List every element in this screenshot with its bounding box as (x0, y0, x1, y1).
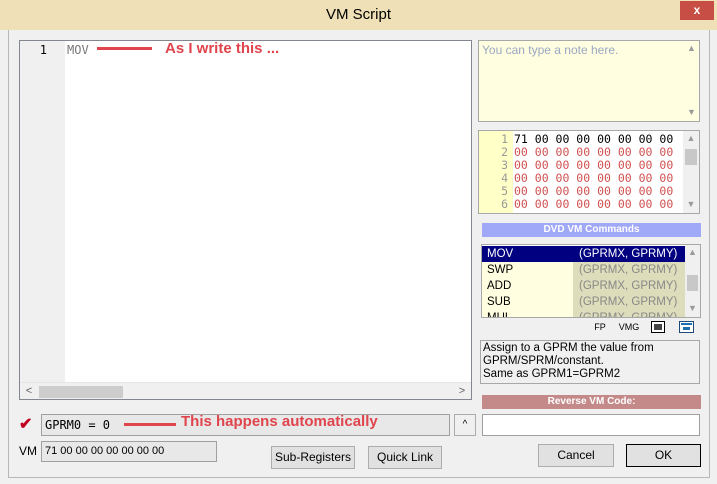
horizontal-scrollbar[interactable]: < > (20, 382, 471, 399)
scrollbar-thumb[interactable] (685, 149, 697, 165)
command-name: ADD (482, 278, 573, 294)
vm-code-text: 71 00 00 00 00 00 00 00 (45, 445, 165, 457)
note-scrollbar[interactable]: ▲ ▼ (684, 41, 699, 121)
line-number: 1 (39, 43, 47, 57)
hex-line-number: 6 (501, 197, 508, 211)
chevron-down-icon[interactable]: ▼ (684, 107, 699, 117)
film-icon[interactable] (651, 321, 665, 333)
sub-registers-button[interactable]: Sub-Registers (271, 446, 355, 469)
vm-label: VM (19, 444, 37, 458)
command-args: (GPRMX, GPRMY) (573, 262, 685, 278)
list-item[interactable]: SWP (GPRMX, GPRMY) (482, 262, 685, 278)
annotation-field: This happens automatically (181, 413, 378, 430)
command-name: MOV (482, 246, 573, 262)
vm-code-readout: 71 00 00 00 00 00 00 00 (41, 441, 217, 462)
reverse-vm-header: Reverse VM Code: (482, 395, 701, 409)
commands-header: DVD VM Commands (482, 223, 701, 237)
list-item[interactable]: MOV (GPRMX, GPRMY) (482, 246, 685, 262)
hex-line-number: 4 (501, 171, 508, 185)
annotation-editor: As I write this ... (165, 40, 280, 57)
annotation-line (124, 423, 176, 426)
note-textarea[interactable]: You can type a note here. ▲ ▼ (478, 40, 700, 122)
commands-list[interactable]: MOV (GPRMX, GPRMY) SWP (GPRMX, GPRMY) AD… (481, 244, 701, 318)
note-placeholder: You can type a note here. (482, 43, 619, 57)
expand-up-button[interactable]: ^ (454, 414, 476, 436)
chevron-up-icon[interactable]: ▲ (684, 43, 699, 53)
hex-row: 00 00 00 00 00 00 00 00 (514, 197, 674, 211)
script-editor[interactable]: 1 MOV < > (19, 40, 472, 400)
chevron-down-icon[interactable]: ▼ (685, 303, 700, 313)
ok-button[interactable]: OK (626, 444, 701, 467)
command-name: SWP (482, 262, 573, 278)
list-item[interactable]: SUB (GPRMX, GPRMY) (482, 294, 685, 310)
command-name: MUL (482, 310, 573, 317)
line-gutter (20, 41, 65, 382)
command-args: (GPRMX, GPRMY) (573, 294, 685, 310)
hex-row: 00 00 00 00 00 00 00 00 (514, 184, 674, 198)
hex-row: 00 00 00 00 00 00 00 00 (514, 171, 674, 185)
command-description: Assign to a GPRM the value from GPRM/SPR… (480, 340, 700, 384)
hex-line-number: 5 (501, 184, 508, 198)
command-args: (GPRMX, GPRMY) (573, 278, 685, 294)
code-line[interactable]: MOV (67, 43, 89, 57)
hex-row: 71 00 00 00 00 00 00 00 (514, 132, 674, 146)
window-icon[interactable] (679, 321, 694, 333)
chevron-up-icon[interactable]: ▲ (683, 133, 699, 143)
fp-icon[interactable]: FP (590, 322, 610, 332)
quick-link-button[interactable]: Quick Link (368, 446, 442, 469)
cancel-button[interactable]: Cancel (538, 444, 614, 467)
commands-scrollbar[interactable]: ▲ ▼ (685, 245, 700, 317)
hex-view[interactable]: 1 71 00 00 00 00 00 00 00 2 00 00 00 00 … (478, 130, 700, 214)
command-name: SUB (482, 294, 573, 310)
list-item[interactable]: MUL (GPRMX, GPRMY) (482, 310, 685, 317)
hex-row: 00 00 00 00 00 00 00 00 (514, 158, 674, 172)
check-icon: ✔ (19, 416, 33, 433)
hex-line-number: 2 (501, 145, 508, 159)
scrollbar-thumb[interactable] (687, 275, 698, 291)
scrollbar-thumb[interactable] (39, 386, 123, 398)
hex-line-number: 1 (501, 132, 508, 146)
command-args: (GPRMX, GPRMY) (573, 310, 685, 317)
command-args: (GPRMX, GPRMY) (573, 246, 685, 262)
reverse-vm-code-input[interactable] (482, 414, 700, 436)
description-text: Assign to a GPRM the value from GPRM/SPR… (483, 342, 654, 380)
hex-scrollbar[interactable]: ▲ ▼ (683, 131, 699, 213)
hex-line-number: 3 (501, 158, 508, 172)
window-title: VM Script (325, 6, 391, 23)
annotation-line (97, 47, 152, 50)
gprm-text: GPRM0 = 0 (45, 418, 111, 432)
scroll-right-icon[interactable]: > (455, 383, 469, 400)
chevron-down-icon[interactable]: ▼ (683, 199, 699, 209)
list-item[interactable]: ADD (GPRMX, GPRMY) (482, 278, 685, 294)
hex-row: 00 00 00 00 00 00 00 00 (514, 145, 674, 159)
chevron-up-icon[interactable]: ▲ (685, 247, 700, 257)
scroll-left-icon[interactable]: < (22, 383, 36, 400)
close-button[interactable]: x (680, 1, 714, 20)
vmg-icon[interactable]: VMG (616, 322, 642, 332)
